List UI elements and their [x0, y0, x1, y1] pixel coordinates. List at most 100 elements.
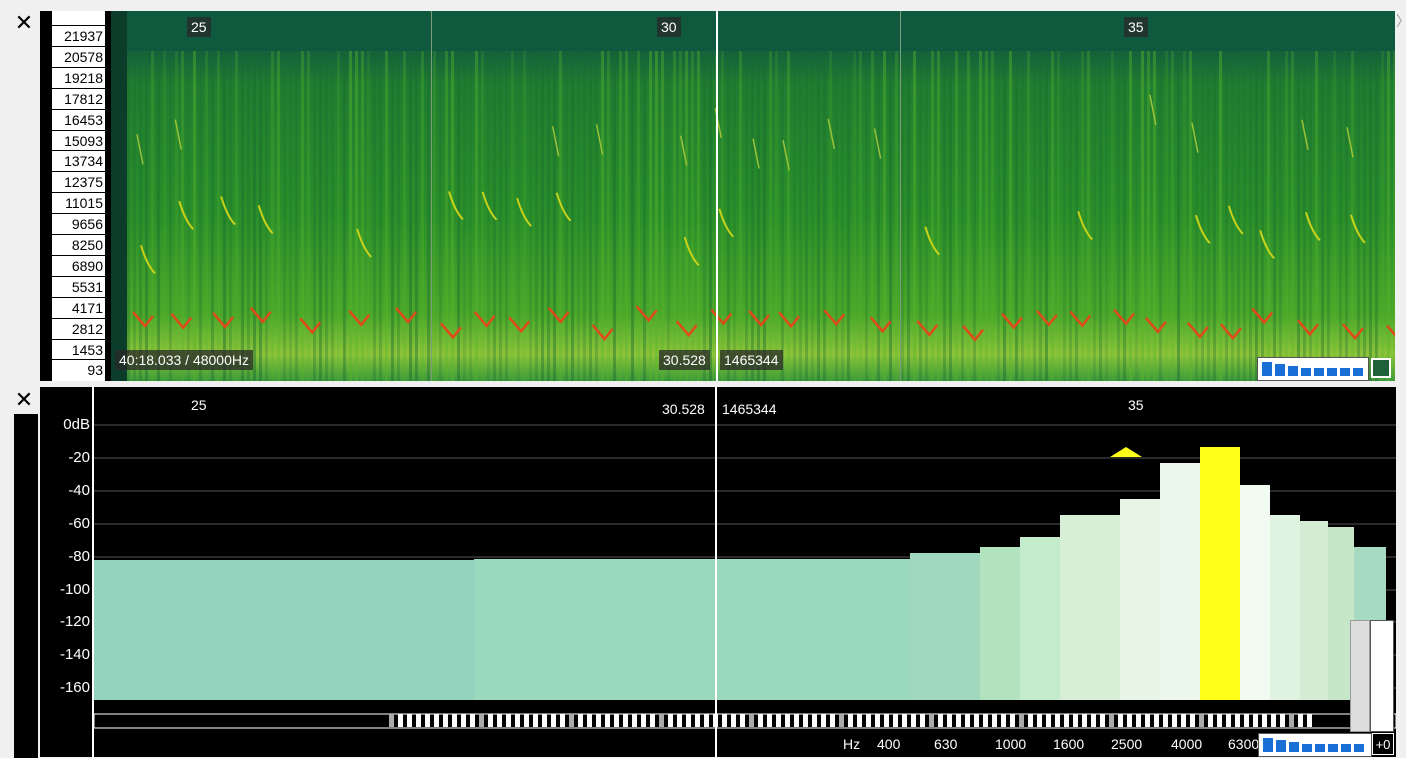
spectrogram-streak — [643, 51, 646, 381]
spectrogram-view[interactable]: 25 30 35 40:18.033 / 48000Hz 30.528 1465… — [111, 11, 1395, 381]
piano-key — [1190, 714, 1195, 727]
piano-key — [686, 714, 691, 727]
spectrogram-streak — [1375, 51, 1378, 381]
frequency-axis: 21937 20578 19218 17812 16453 15093 13734 12375… — [40, 11, 111, 381]
spectrogram-streak — [649, 51, 652, 381]
piano-key — [479, 714, 484, 727]
piano-key — [389, 714, 394, 727]
playback-cursor[interactable] — [716, 11, 718, 381]
vertical-scrollbar[interactable] — [1350, 620, 1370, 732]
spectrogram-streak — [1177, 51, 1180, 381]
zoom-level-bar[interactable] — [1257, 357, 1369, 381]
piano-key — [929, 714, 934, 727]
chevron-right-icon[interactable]: 〉 — [1396, 11, 1406, 51]
spectrogram-streak — [1189, 51, 1192, 381]
spectrogram-streak — [211, 51, 214, 381]
spectrogram-streak — [355, 51, 358, 381]
piano-key — [587, 714, 592, 727]
hz-tick: 6300 — [1228, 736, 1260, 752]
close-icon[interactable]: ✕ — [12, 389, 36, 413]
spectrogram-streak — [841, 51, 844, 381]
close-icon[interactable]: ✕ — [12, 12, 36, 36]
piano-key — [1181, 714, 1186, 727]
spectrogram-streak — [1045, 51, 1048, 381]
spectrogram-streak — [943, 51, 946, 381]
spectrogram-streak — [1345, 51, 1348, 381]
piano-key — [614, 714, 619, 727]
spectrogram-streak — [1021, 51, 1024, 381]
cursor-time-label: 30.528 — [662, 401, 705, 417]
piano-key — [551, 714, 556, 727]
spectrogram-streak — [895, 51, 898, 381]
hz-tick: 2500 — [1111, 736, 1143, 752]
spectrogram-streak — [223, 51, 226, 381]
piano-key — [398, 714, 403, 727]
piano-key — [569, 714, 574, 727]
spectrogram-streak — [133, 51, 136, 381]
spectrogram-streak — [319, 51, 322, 381]
spectrogram-streak — [373, 51, 376, 381]
playback-cursor[interactable] — [715, 387, 717, 757]
spectrogram-streak — [409, 51, 412, 381]
piano-key — [1100, 714, 1105, 727]
piano-key — [1046, 714, 1051, 727]
frequency-tick: 17812 — [52, 87, 105, 108]
plus-offset-button[interactable]: +0 — [1372, 733, 1394, 755]
piano-key — [542, 714, 547, 727]
spectrogram-streak — [505, 51, 508, 381]
spectrogram-streak — [139, 51, 142, 381]
spectrogram-streak — [1087, 51, 1090, 381]
spectrogram-streak — [1099, 51, 1102, 381]
spectrum-band — [980, 547, 1020, 700]
frequency-tick: 19218 — [52, 66, 105, 87]
piano-key — [767, 714, 772, 727]
spectrogram-streak — [619, 51, 622, 381]
spectrogram-streak — [451, 51, 454, 381]
piano-key — [668, 714, 673, 727]
piano-key — [1127, 714, 1132, 727]
hz-tick: 1000 — [995, 736, 1027, 752]
spectrum-band — [910, 553, 980, 700]
spectrogram-streak — [1063, 51, 1066, 381]
spectrogram-streak — [343, 51, 346, 381]
frequency-tick: 8250 — [52, 234, 105, 254]
piano-key — [803, 714, 808, 727]
spectrogram-streak — [175, 51, 178, 381]
spectrum-view[interactable]: 0dB -20 -40 -60 -80 -100 -120 -140 -160 25 35 30… — [40, 387, 1396, 757]
position-label: 40:18.033 / 48000Hz — [115, 350, 253, 370]
piano-key — [470, 714, 475, 727]
piano-key — [407, 714, 412, 727]
spectrogram-streak — [1147, 51, 1150, 381]
spectrogram-streak — [169, 51, 172, 381]
piano-key — [434, 714, 439, 727]
spectrogram-streak — [253, 51, 256, 381]
piano-key — [722, 714, 727, 727]
db-tick: -120 — [59, 613, 90, 630]
color-swatch[interactable] — [1371, 358, 1391, 378]
spectrogram-streak — [817, 51, 820, 381]
spectrogram-streak — [1057, 51, 1060, 381]
piano-key — [659, 714, 664, 727]
db-tick: -20 — [68, 449, 90, 466]
spectrogram-streak — [1219, 51, 1222, 381]
spectrogram-streak — [655, 51, 658, 381]
zoom-level-bar[interactable] — [1258, 733, 1372, 757]
db-tick: -80 — [68, 548, 90, 565]
cursor-sample-label: 1465344 — [722, 401, 777, 417]
spectrogram-streak — [661, 51, 664, 381]
spectrogram-streak — [829, 51, 832, 381]
spectrogram-streak — [217, 51, 220, 381]
frequency-tick: 21937 — [52, 25, 105, 45]
hz-tick: 630 — [934, 736, 958, 752]
spectrogram-streak — [427, 51, 430, 381]
spectrogram-streak — [325, 51, 328, 381]
spectrogram-streak — [679, 51, 682, 381]
spectrogram-streak — [271, 51, 274, 381]
db-tick: -160 — [59, 679, 90, 696]
spectrogram-streak — [1111, 51, 1114, 381]
spectrogram-streak — [601, 51, 604, 381]
spectrogram-streak — [235, 51, 238, 381]
piano-key — [1235, 714, 1240, 727]
spectrogram-streak — [1117, 51, 1120, 381]
piano-key — [1001, 714, 1006, 727]
